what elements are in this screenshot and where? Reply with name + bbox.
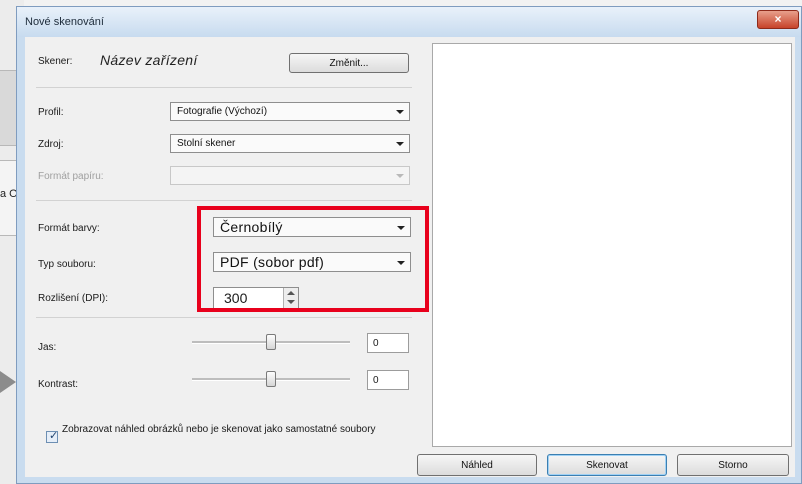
chevron-down-icon bbox=[396, 142, 404, 146]
contrast-value: 0 bbox=[373, 375, 379, 386]
divider bbox=[36, 87, 412, 88]
chevron-down-icon bbox=[396, 110, 404, 114]
preview-checkbox-label: Zobrazovat náhled obrázků nebo je skenov… bbox=[62, 424, 376, 435]
paper-format-dropdown bbox=[170, 166, 410, 185]
source-value: Stolní skener bbox=[177, 138, 236, 149]
device-name: Název zařízení bbox=[100, 52, 198, 68]
paper-format-label: Formát papíru: bbox=[38, 171, 104, 182]
profile-value: Fotografie (Výchozí) bbox=[177, 106, 268, 117]
preview-pane bbox=[432, 43, 792, 447]
brightness-value-field[interactable]: 0 bbox=[367, 333, 409, 353]
divider bbox=[36, 200, 412, 201]
dialog-body: Skener: Název zařízení Změnit... Profil:… bbox=[25, 37, 795, 477]
preview-button[interactable]: Náhled bbox=[417, 454, 537, 476]
contrast-label: Kontrast: bbox=[38, 379, 79, 390]
change-scanner-button[interactable]: Změnit... bbox=[289, 53, 409, 73]
source-label: Zdroj: bbox=[38, 139, 64, 150]
divider bbox=[36, 317, 412, 318]
title-bar: Nové skenování × bbox=[17, 7, 801, 37]
scanner-label: Skener: bbox=[38, 56, 73, 67]
chevron-down-icon bbox=[396, 174, 404, 178]
brightness-value: 0 bbox=[373, 338, 379, 349]
source-dropdown[interactable]: Stolní skener bbox=[170, 134, 410, 153]
new-scan-dialog: Nové skenování × Skener: Název zařízení … bbox=[16, 6, 802, 484]
brightness-label: Jas: bbox=[38, 342, 57, 353]
contrast-slider-thumb[interactable] bbox=[266, 371, 276, 387]
profile-label: Profil: bbox=[38, 107, 64, 118]
background-panel bbox=[0, 70, 17, 146]
profile-dropdown[interactable]: Fotografie (Výchozí) bbox=[170, 102, 410, 121]
color-format-label: Formát barvy: bbox=[38, 223, 100, 234]
resolution-label: Rozlišení (DPI): bbox=[38, 293, 109, 304]
brightness-slider-thumb[interactable] bbox=[266, 334, 276, 350]
contrast-value-field[interactable]: 0 bbox=[367, 370, 409, 390]
file-type-label: Typ souboru: bbox=[38, 259, 96, 270]
scan-button[interactable]: Skenovat bbox=[547, 454, 667, 476]
close-button[interactable]: × bbox=[757, 10, 799, 29]
checkmark-icon: ✓ bbox=[49, 430, 59, 442]
cancel-button[interactable]: Storno bbox=[677, 454, 789, 476]
highlight-box bbox=[197, 206, 429, 312]
preview-checkbox[interactable]: ✓ bbox=[46, 430, 59, 443]
window-title: Nové skenování bbox=[25, 16, 104, 28]
play-arrow-icon bbox=[0, 371, 16, 393]
